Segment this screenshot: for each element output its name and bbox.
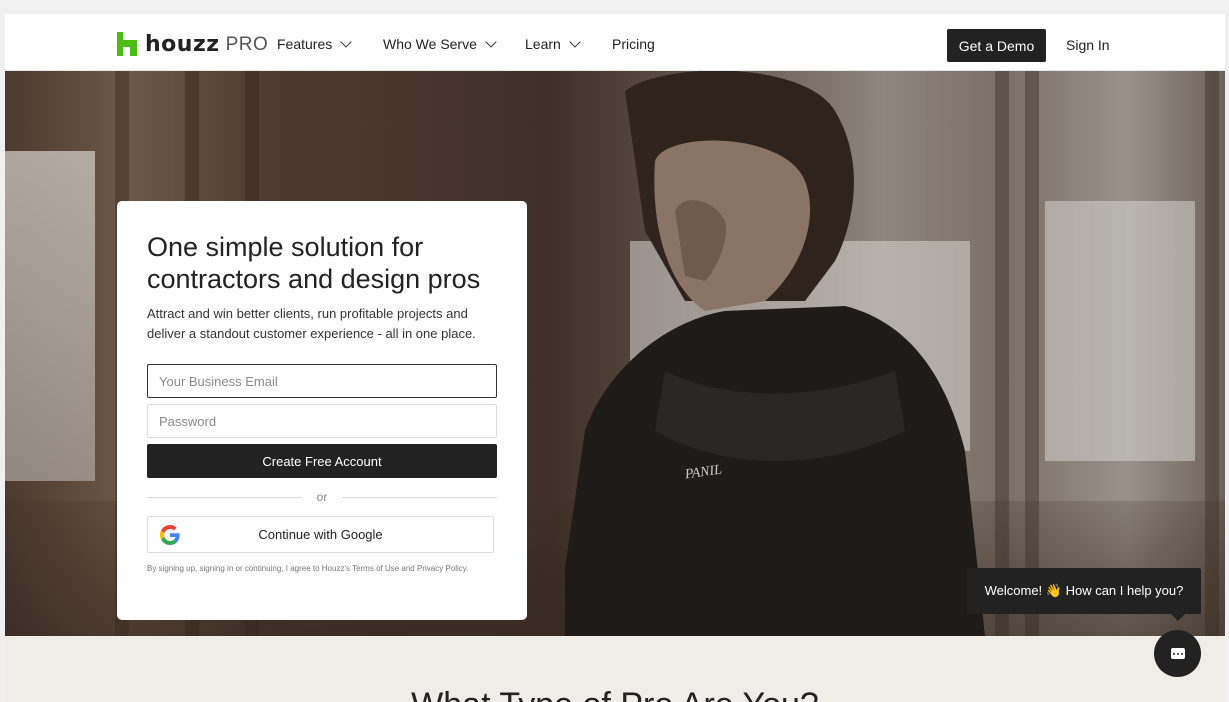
houzz-pro-logo[interactable]: houzz PRO bbox=[117, 30, 268, 56]
legal-and: and bbox=[399, 564, 417, 573]
chat-bubble-icon bbox=[1170, 648, 1185, 659]
page-frame: houzz PRO Features Who We Serve Learn Pr… bbox=[5, 14, 1225, 702]
nav-item-features[interactable]: Features bbox=[277, 35, 352, 52]
chevron-down-icon bbox=[569, 35, 581, 48]
brand-pro: PRO bbox=[225, 34, 269, 55]
password-input[interactable] bbox=[147, 404, 497, 438]
privacy-policy-link[interactable]: Privacy Policy bbox=[417, 564, 466, 573]
hero-person-illustration bbox=[565, 71, 985, 636]
nav-item-label: Who We Serve bbox=[383, 36, 477, 52]
chat-tooltip-text: Welcome! 👋 How can I help you? bbox=[984, 583, 1184, 598]
signup-title: One simple solution for contractors and … bbox=[147, 232, 481, 294]
divider-line bbox=[342, 497, 497, 498]
chevron-down-icon bbox=[340, 35, 352, 48]
hero-section: PANIL One simple solution for contractor… bbox=[5, 71, 1225, 636]
chevron-down-icon bbox=[485, 35, 497, 48]
nav-item-learn[interactable]: Learn bbox=[525, 35, 581, 52]
brand-word: houzz bbox=[145, 32, 220, 57]
signup-subtitle: Attract and win better clients, run prof… bbox=[147, 306, 476, 341]
terms-of-use-link[interactable]: Terms of Use bbox=[352, 564, 399, 573]
create-free-account-button[interactable]: Create Free Account bbox=[147, 444, 497, 478]
pro-type-section: What Type of Pro Are You? bbox=[5, 636, 1225, 702]
get-a-demo-button[interactable]: Get a Demo bbox=[947, 29, 1046, 62]
chat-welcome-tooltip[interactable]: Welcome! 👋 How can I help you? bbox=[967, 568, 1201, 621]
top-nav: houzz PRO Features Who We Serve Learn Pr… bbox=[5, 14, 1225, 71]
nav-item-pricing[interactable]: Pricing bbox=[612, 36, 655, 52]
nav-item-label: Learn bbox=[525, 36, 561, 52]
nav-item-label: Features bbox=[277, 36, 333, 52]
nav-item-label: Pricing bbox=[612, 36, 655, 52]
chat-launcher-button[interactable] bbox=[1154, 630, 1201, 677]
business-email-input[interactable] bbox=[147, 364, 497, 398]
continue-with-google-button[interactable]: Continue with Google bbox=[147, 516, 494, 553]
or-divider: or bbox=[147, 489, 497, 505]
legal-suffix: . bbox=[466, 564, 469, 573]
google-button-label: Continue with Google bbox=[258, 527, 383, 542]
tooltip-arrow bbox=[1171, 614, 1185, 621]
google-g-icon bbox=[160, 525, 180, 545]
houzz-logo-icon bbox=[117, 32, 137, 56]
signup-card: One simple solution for contractors and … bbox=[117, 201, 527, 620]
legal-prefix: By signing up, signing in or continuing,… bbox=[147, 564, 353, 573]
sign-in-link[interactable]: Sign In bbox=[1066, 37, 1110, 53]
legal-text: By signing up, signing in or continuing,… bbox=[147, 562, 492, 576]
nav-item-who-we-serve[interactable]: Who We Serve bbox=[383, 35, 497, 52]
pro-type-heading: What Type of Pro Are You? bbox=[5, 686, 1225, 702]
